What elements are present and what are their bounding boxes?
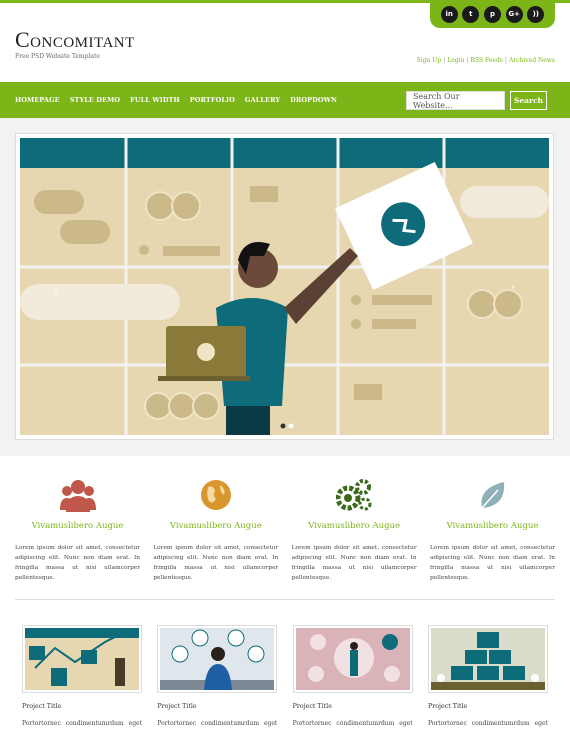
project-title: Project Title bbox=[292, 703, 332, 710]
projects-row: Project Title Portortornec condimentumrd… bbox=[22, 625, 548, 727]
feature-item: Vivamuslibero Augue Lorem ipsum dolor si… bbox=[153, 475, 278, 583]
nav-homepage[interactable]: HOMEPAGE bbox=[15, 96, 60, 104]
section-divider bbox=[15, 599, 555, 600]
google-plus-icon[interactable]: G+ bbox=[505, 5, 523, 23]
project-thumbnail[interactable] bbox=[292, 625, 413, 693]
users-icon bbox=[15, 475, 140, 515]
nav-full-width[interactable]: FULL WIDTH bbox=[130, 96, 180, 104]
project-title: Project Title bbox=[427, 703, 468, 710]
feature-text: Lorem ipsum dolor sit amet, consectetur … bbox=[291, 545, 417, 581]
leaf-icon bbox=[430, 475, 555, 515]
social-bar: in t p G+ )) bbox=[430, 0, 555, 28]
svg-text:›: › bbox=[511, 282, 515, 293]
feature-title: Vivamuslibero Augue bbox=[31, 521, 124, 531]
top-links: Sign Up | Login | RSS Feeds | Archived News bbox=[416, 57, 555, 64]
feature-title: Vivamuslibero Augue bbox=[446, 521, 539, 531]
pinterest-icon[interactable]: p bbox=[483, 5, 501, 23]
signup-link[interactable]: Sign Up bbox=[417, 57, 442, 64]
search-button[interactable]: Search bbox=[510, 91, 547, 110]
project-title: Project Title bbox=[157, 703, 197, 710]
features-row: Vivamuslibero Augue Lorem ipsum dolor si… bbox=[15, 475, 555, 583]
hero-slider[interactable]: ‹ › bbox=[15, 133, 554, 440]
project-text: Portortornec condimentumrdum eget bbox=[427, 720, 548, 727]
project-thumbnail[interactable] bbox=[157, 625, 278, 693]
twitter-icon[interactable]: t bbox=[462, 5, 480, 23]
project-card[interactable]: Project Title Portortornec condimentumrd… bbox=[292, 625, 413, 727]
globe-icon bbox=[153, 475, 278, 515]
project-card[interactable]: Project Title Portortornec condimentumrd… bbox=[22, 625, 142, 727]
nav-gallery[interactable]: GALLERY bbox=[245, 96, 280, 104]
feature-text: Lorem ipsum dolor sit amet, consectetur … bbox=[15, 545, 140, 581]
site-tagline: Free PSD Website Template bbox=[15, 53, 100, 60]
svg-text:‹: ‹ bbox=[54, 286, 58, 297]
feature-item: Vivamuslibero Augue Lorem ipsum dolor si… bbox=[292, 475, 417, 583]
feature-item: Vivamuslibero Augue Lorem ipsum dolor si… bbox=[15, 475, 140, 583]
linkedin-icon[interactable]: in bbox=[440, 5, 458, 23]
site-title[interactable]: Concomitant bbox=[15, 27, 135, 53]
project-text: Portortornec condimentumrdum eget bbox=[292, 720, 413, 727]
nav-portfolio[interactable]: PORTFOLIO bbox=[190, 96, 235, 104]
gears-icon bbox=[292, 475, 417, 515]
project-thumbnail[interactable] bbox=[427, 625, 548, 693]
project-text: Portortornec condimentumrdum eget bbox=[22, 720, 142, 727]
search-input[interactable]: Search Our Website... bbox=[406, 91, 505, 110]
project-title: Project Title bbox=[22, 703, 62, 710]
nav-style-demo[interactable]: STYLE DEMO bbox=[70, 96, 120, 104]
rss-icon[interactable]: )) bbox=[527, 5, 545, 23]
nav-dropdown[interactable]: DROPDOWN bbox=[290, 96, 337, 104]
feature-text: Lorem ipsum dolor sit amet, consectetur … bbox=[429, 545, 555, 581]
login-link[interactable]: Login bbox=[447, 57, 464, 64]
feature-title: Vivamuslibero Augue bbox=[308, 521, 401, 531]
project-card[interactable]: Project Title Portortornec condimentumrd… bbox=[157, 625, 278, 727]
feature-item: Vivamuslibero Augue Lorem ipsum dolor si… bbox=[430, 475, 555, 583]
feature-title: Vivamuslibero Augue bbox=[169, 521, 262, 531]
feature-text: Lorem ipsum dolor sit amet, consectetur … bbox=[153, 545, 279, 581]
project-card[interactable]: Project Title Portortornec condimentumrd… bbox=[427, 625, 548, 727]
project-thumbnail[interactable] bbox=[22, 625, 142, 693]
rss-feeds-link[interactable]: RSS Feeds bbox=[471, 57, 503, 64]
hero-illustration: ‹ › bbox=[20, 138, 549, 435]
archived-news-link[interactable]: Archived News bbox=[509, 57, 555, 64]
project-text: Portortornec condimentumrdum eget bbox=[157, 720, 278, 727]
